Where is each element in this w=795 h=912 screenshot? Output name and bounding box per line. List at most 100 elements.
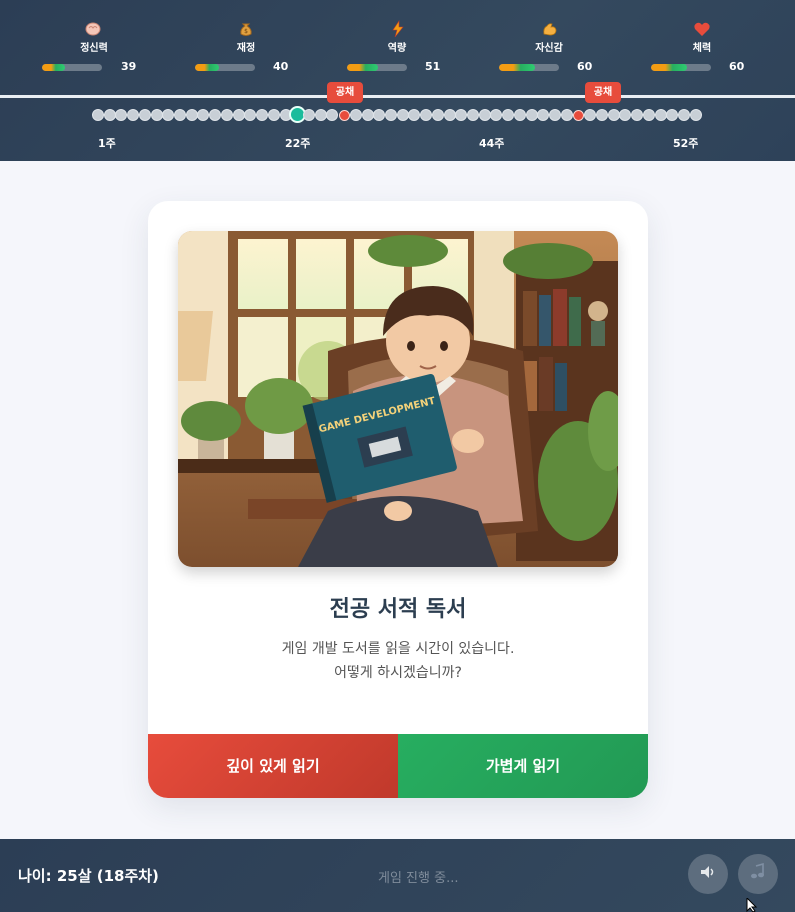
week-dot bbox=[443, 109, 456, 121]
week-dot bbox=[408, 109, 421, 121]
stat-value: 60 bbox=[729, 60, 745, 73]
week-dot bbox=[232, 109, 245, 121]
week-dot bbox=[302, 109, 315, 121]
stat-progress-bar bbox=[195, 64, 255, 71]
event-card: GAME DEVELOPMENT 전공 서적 독서 게임 개발 도서를 읽을 시… bbox=[148, 201, 648, 798]
week-dot bbox=[326, 109, 339, 121]
stat-stamina: 체력 60 bbox=[651, 18, 791, 78]
week-dot bbox=[220, 109, 233, 121]
week-dot bbox=[502, 109, 515, 121]
week-dot bbox=[619, 109, 632, 121]
event-description-line: 어떻게 하시겠습니까? bbox=[334, 665, 462, 681]
read-lightly-button[interactable]: 가볍게 읽기 bbox=[398, 734, 648, 798]
game-status-text: 게임 진행 중... bbox=[378, 871, 459, 886]
lightning-icon bbox=[389, 20, 407, 38]
week-dot bbox=[666, 109, 679, 121]
week-dot bbox=[525, 109, 538, 121]
week-label: 1주 bbox=[98, 137, 116, 150]
week-dot bbox=[197, 109, 210, 121]
heart-icon bbox=[693, 20, 711, 38]
week-dot bbox=[361, 109, 374, 121]
speaker-icon bbox=[698, 862, 718, 886]
event-description: 게임 개발 도서를 읽을 시간이 있습니다. 어떻게 하시겠습니까? bbox=[148, 637, 648, 685]
week-dot bbox=[431, 109, 444, 121]
week-dot bbox=[490, 109, 503, 121]
week-dot bbox=[455, 109, 468, 121]
status-header: 정신력 39 $ 재정 40 역량 51 자신감 60 체력 60 공채 공채 … bbox=[0, 0, 795, 161]
stat-capability: 역량 51 bbox=[347, 18, 487, 78]
week-dot bbox=[244, 109, 257, 121]
stats-bar: 정신력 39 $ 재정 40 역량 51 자신감 60 체력 60 bbox=[0, 18, 795, 78]
week-dot bbox=[174, 109, 187, 121]
sound-toggle-button[interactable] bbox=[688, 854, 728, 894]
week-timeline: 1주 22주 44주 52주 bbox=[0, 98, 795, 158]
week-dot bbox=[420, 109, 433, 121]
event-title: 전공 서적 독서 bbox=[329, 597, 467, 622]
stat-progress-bar bbox=[499, 64, 559, 71]
week-label: 44주 bbox=[479, 137, 505, 150]
stat-label: 재정 bbox=[236, 43, 256, 54]
age-label: 나이: 25살 (18주차) bbox=[18, 867, 159, 885]
stat-value: 60 bbox=[577, 60, 593, 73]
money-bag-icon: $ bbox=[237, 20, 255, 38]
week-dot bbox=[642, 109, 655, 121]
week-dot bbox=[584, 109, 597, 121]
week-dot bbox=[209, 109, 222, 121]
stat-mental: 정신력 39 bbox=[42, 18, 182, 78]
event-week-marker bbox=[338, 110, 350, 121]
flexed-bicep-icon bbox=[541, 20, 559, 38]
week-dot bbox=[373, 109, 386, 121]
stat-label: 체력 bbox=[692, 43, 712, 54]
week-dot bbox=[103, 109, 116, 121]
stat-value: 40 bbox=[273, 60, 289, 73]
week-dot bbox=[349, 109, 362, 121]
week-dot bbox=[595, 109, 608, 121]
stat-value: 39 bbox=[121, 60, 137, 73]
stat-confidence: 자신감 60 bbox=[499, 18, 639, 78]
week-dot bbox=[185, 109, 198, 121]
week-dot bbox=[549, 109, 562, 121]
week-dot bbox=[115, 109, 128, 121]
brain-icon bbox=[84, 20, 102, 38]
week-dot bbox=[467, 109, 480, 121]
stat-label: 자신감 bbox=[535, 43, 563, 54]
week-dot bbox=[127, 109, 140, 121]
week-dot bbox=[92, 109, 104, 121]
week-dot bbox=[138, 109, 151, 121]
event-description-line: 게임 개발 도서를 읽을 시간이 있습니다. bbox=[281, 641, 515, 657]
week-dot bbox=[654, 109, 667, 121]
week-dot bbox=[631, 109, 644, 121]
stat-value: 51 bbox=[425, 60, 441, 73]
week-dot bbox=[689, 109, 702, 121]
week-dot bbox=[256, 109, 269, 121]
mouse-cursor-icon bbox=[746, 898, 758, 912]
week-dot bbox=[150, 109, 163, 121]
music-toggle-button[interactable] bbox=[738, 854, 778, 894]
week-dot bbox=[267, 109, 280, 121]
event-week-marker bbox=[573, 110, 585, 121]
week-dot bbox=[607, 109, 620, 121]
stat-progress-bar bbox=[347, 64, 407, 71]
stat-progress-bar bbox=[651, 64, 711, 71]
week-label: 22주 bbox=[285, 137, 311, 150]
week-dot bbox=[162, 109, 175, 121]
stat-progress-bar bbox=[42, 64, 102, 71]
footer-bar: 나이: 25살 (18주차) 게임 진행 중... bbox=[0, 839, 795, 912]
week-dot bbox=[537, 109, 550, 121]
stat-label: 정신력 bbox=[80, 43, 108, 54]
reading-scene-image: GAME DEVELOPMENT bbox=[178, 231, 618, 567]
read-deeply-button[interactable]: 깊이 있게 읽기 bbox=[148, 734, 398, 798]
week-dot bbox=[396, 109, 409, 121]
event-illustration: GAME DEVELOPMENT bbox=[178, 231, 618, 567]
stat-label: 역량 bbox=[387, 43, 407, 54]
week-dot bbox=[513, 109, 526, 121]
week-label: 52주 bbox=[673, 137, 699, 150]
week-dot bbox=[385, 109, 397, 121]
week-dot bbox=[478, 109, 491, 121]
music-note-icon bbox=[748, 862, 768, 886]
week-dot bbox=[314, 109, 327, 121]
stat-finance: $ 재정 40 bbox=[195, 18, 335, 78]
week-dot bbox=[560, 109, 573, 121]
svg-text:$: $ bbox=[244, 28, 248, 35]
week-dot bbox=[678, 109, 690, 121]
